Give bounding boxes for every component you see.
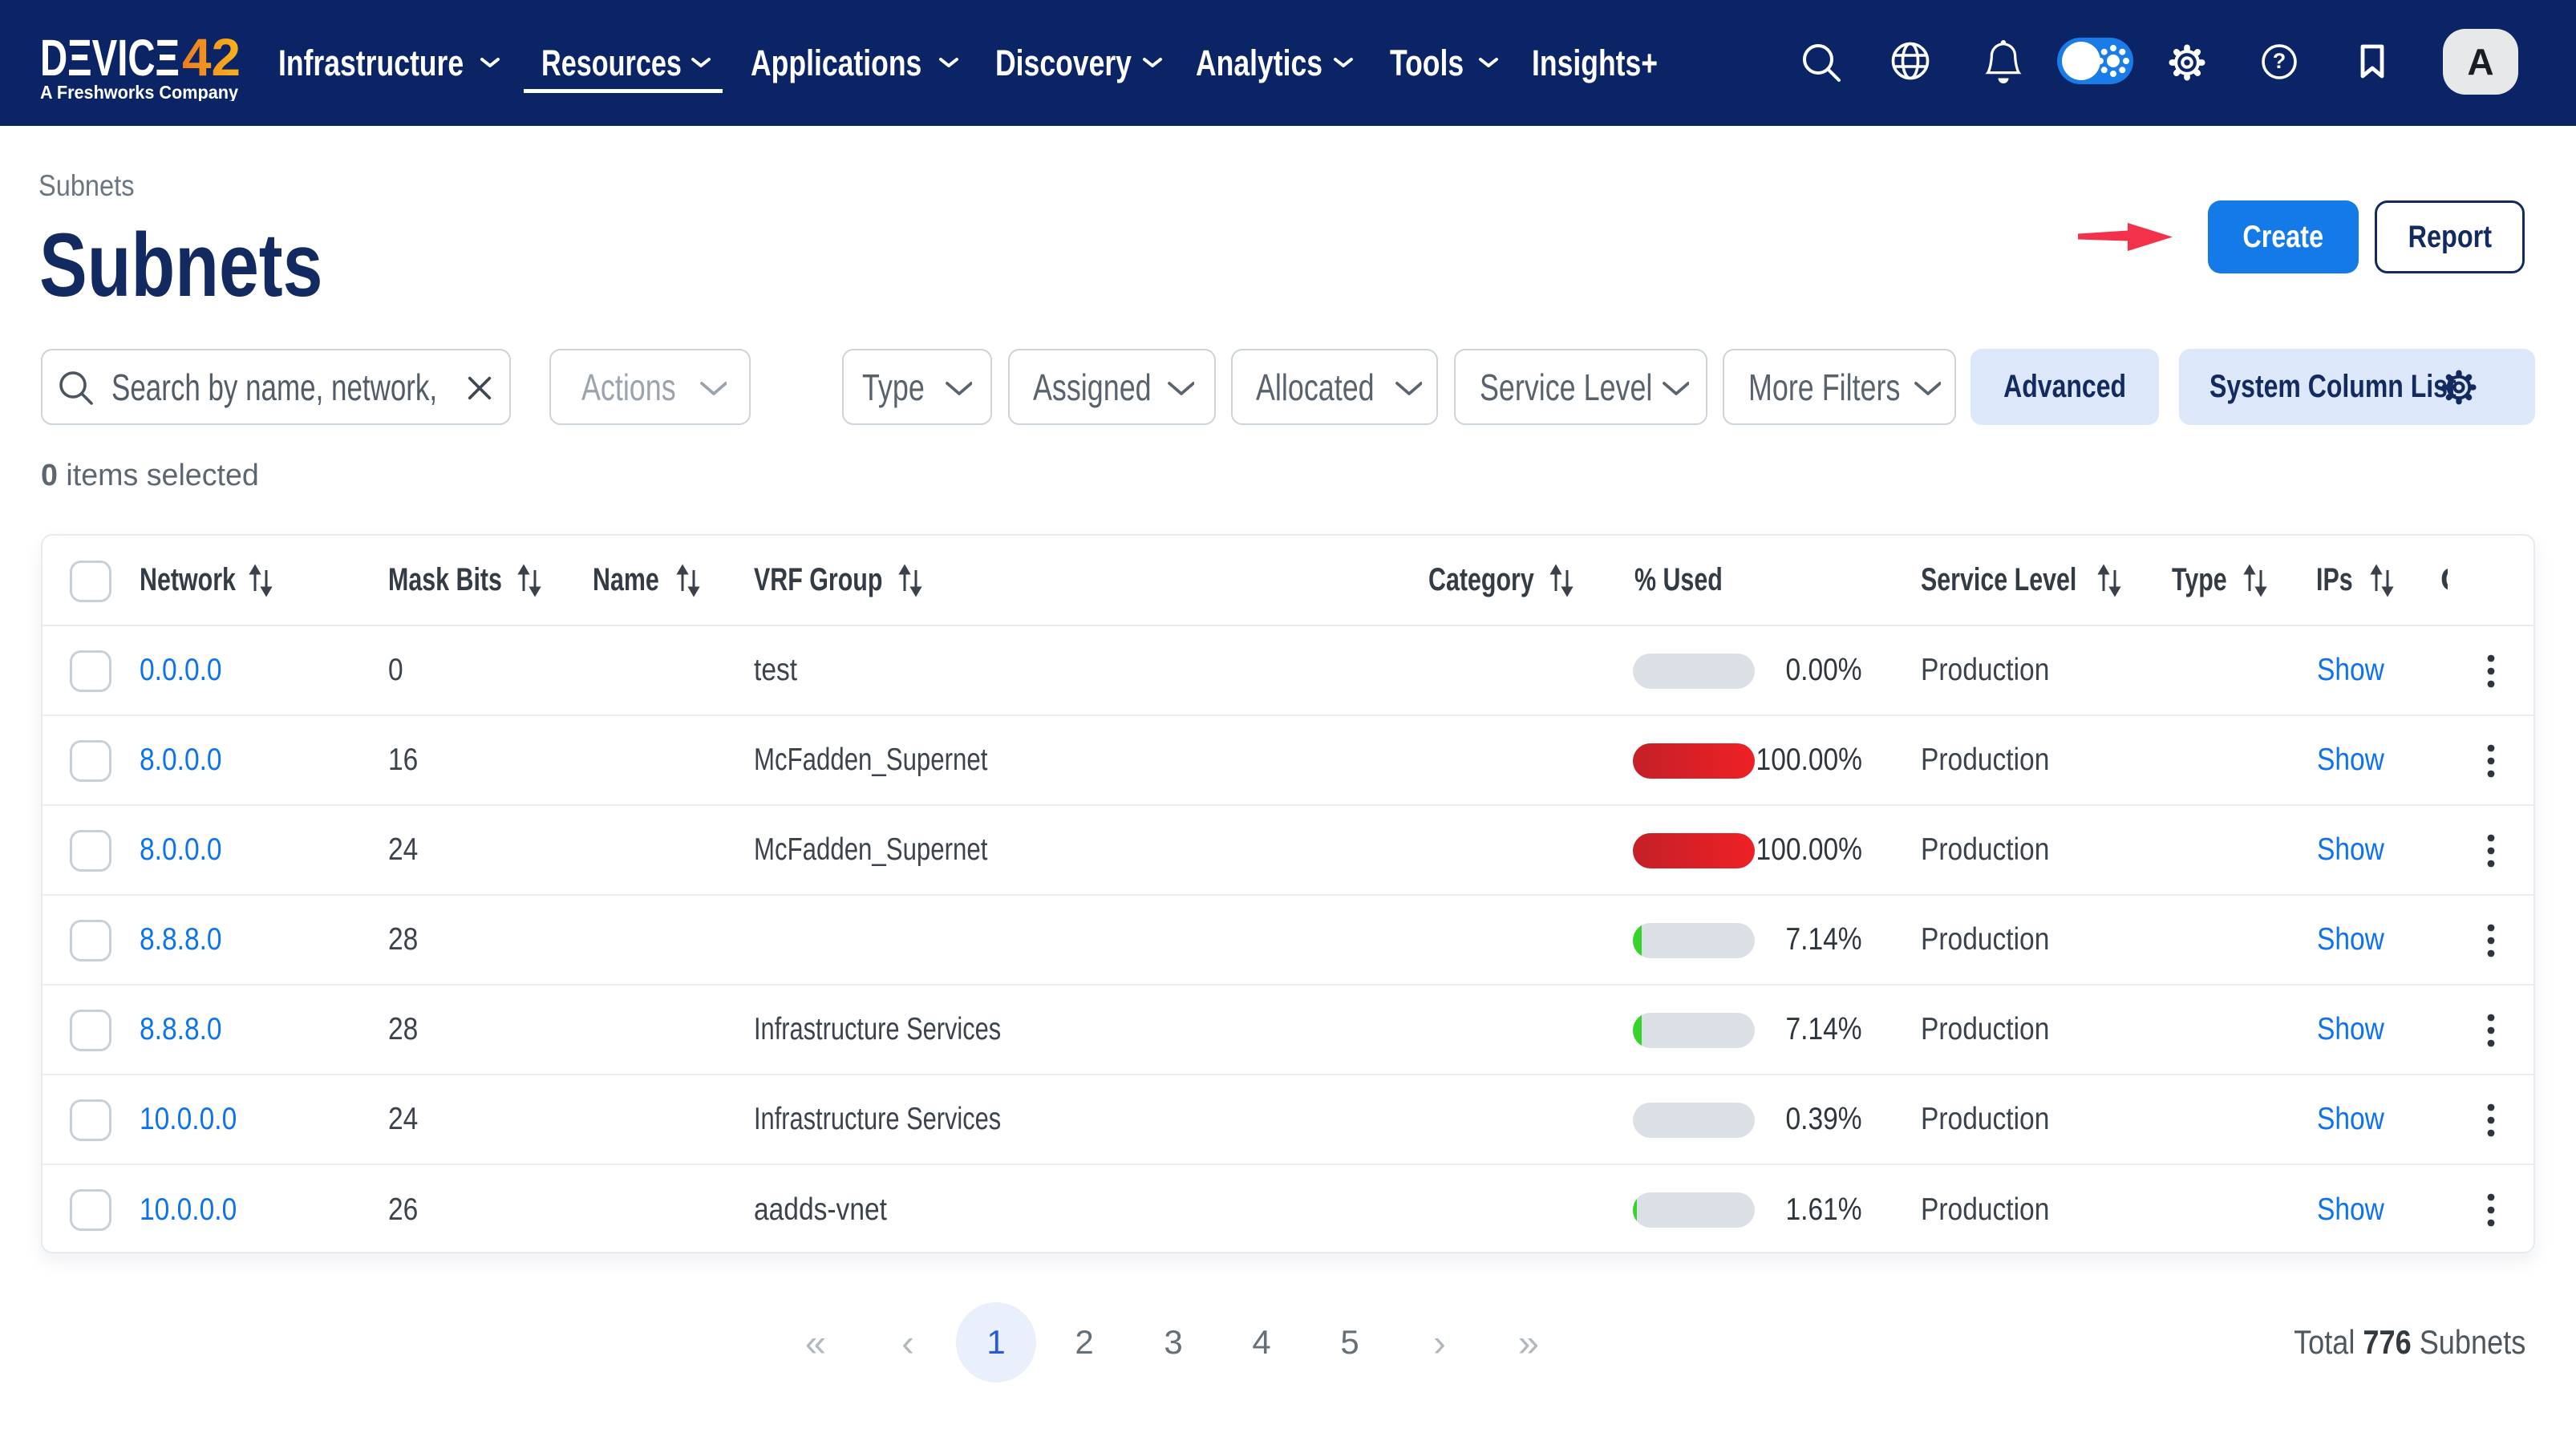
svg-text:DΞVICΞ: DΞVICΞ	[40, 29, 180, 87]
svg-text:?: ?	[2273, 49, 2286, 73]
svg-text:42: 42	[182, 29, 241, 87]
svg-text:A Freshworks Company: A Freshworks Company	[40, 82, 238, 101]
